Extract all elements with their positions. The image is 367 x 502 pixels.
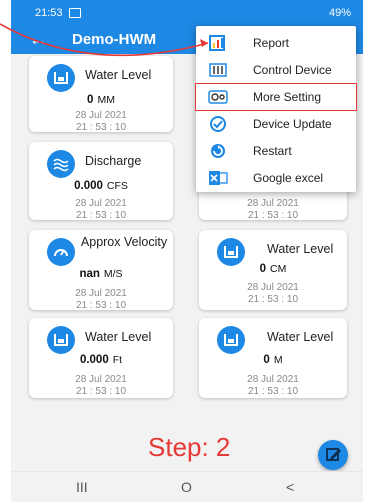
report-icon — [209, 35, 225, 51]
card-date: 28 Jul 2021 — [247, 282, 299, 293]
card-time: 21 : 53 : 10 — [75, 386, 127, 397]
card-water-level-ft[interactable]: Water Level 0.000 Ft 28 Jul 2021 21 : 53 … — [29, 318, 173, 398]
app-title: Demo-HWM — [72, 31, 157, 48]
menu-item-label: Google excel — [253, 171, 324, 185]
card-date: 28 Jul 2021 — [75, 198, 127, 209]
restart-icon — [211, 144, 225, 158]
card-value: nan M/S — [79, 268, 123, 280]
menu-item-google-excel[interactable]: Google excel — [196, 165, 356, 191]
device-update-icon — [210, 116, 226, 132]
card-date: 28 Jul 2021 — [247, 374, 299, 385]
menu-item-label: Restart — [253, 144, 292, 158]
card-label: Water Level — [85, 68, 152, 82]
card-date: 28 Jul 2021 — [75, 374, 127, 385]
card-time: 21 : 53 : 10 — [75, 210, 127, 221]
card-value: 0 MM — [87, 94, 115, 106]
menu-item-more-setting[interactable]: More Setting — [195, 83, 357, 111]
home-icon[interactable]: O — [181, 479, 192, 495]
screenshot-border-left — [0, 0, 11, 502]
card-time: 21 : 53 : 10 — [247, 210, 299, 221]
discharge-waves-icon — [47, 150, 75, 178]
edit-pencil-icon — [326, 448, 341, 461]
card-approx-velocity[interactable]: Approx Velocity nan M/S 28 Jul 2021 21 : … — [29, 230, 173, 311]
card-value: 0.000 Ft — [79, 354, 123, 366]
control-device-icon — [209, 63, 227, 77]
card-label: Water Level — [85, 330, 152, 344]
edit-fab[interactable] — [318, 440, 348, 470]
water-level-icon — [47, 64, 75, 92]
step-annotation: Step: 2 — [148, 432, 231, 462]
excel-icon — [209, 171, 228, 185]
system-nav-bar: III O < — [11, 471, 363, 502]
more-setting-icon — [208, 90, 228, 104]
water-level-icon — [217, 238, 245, 266]
card-label: Water Level — [267, 330, 334, 344]
menu-item-label: More Setting — [253, 90, 322, 104]
menu-item-report[interactable]: Report — [196, 30, 356, 56]
water-level-icon — [47, 326, 75, 354]
card-date: 28 Jul 2021 — [75, 110, 127, 121]
card-date: 28 Jul 2021 — [247, 198, 299, 209]
card-discharge[interactable]: Discharge 0.000 CFS 28 Jul 2021 21 : 53 :… — [29, 142, 173, 221]
card-value: 0 CM — [259, 263, 287, 275]
menu-item-label: Report — [253, 36, 290, 50]
menu-item-device-update[interactable]: Device Update — [196, 111, 356, 137]
card-water-level-mm[interactable]: Water Level 0 MM 28 Jul 2021 21 : 53 : 10 — [29, 56, 173, 133]
overflow-menu: Report Control Device More Setting Devic… — [195, 26, 357, 192]
card-label: Water Level — [267, 242, 334, 256]
speedometer-icon — [47, 238, 75, 266]
menu-item-label: Control Device — [253, 63, 332, 77]
card-value: 0M — [263, 354, 283, 366]
card-water-level-m[interactable]: Water Level 0M 28 Jul 2021 21 : 53 : 10 — [199, 318, 347, 398]
card-time: 21 : 53 : 10 — [75, 300, 127, 311]
recent-apps-icon[interactable]: III — [76, 479, 88, 495]
back-nav-icon[interactable]: < — [286, 479, 294, 495]
battery-status: 49% — [328, 7, 351, 19]
menu-item-label: Device Update — [253, 117, 332, 131]
card-time: 21 : 53 : 10 — [75, 122, 127, 133]
card-time: 21 : 53 : 10 — [247, 386, 299, 397]
card-label: Approx Velocity — [80, 235, 168, 249]
water-level-icon — [217, 326, 245, 354]
gallery-notification-icon — [69, 8, 81, 18]
card-value: 0.000 CFS — [74, 180, 128, 192]
card-time: 21 : 53 : 10 — [247, 294, 299, 305]
status-bar: 21:53 49% — [11, 0, 363, 26]
back-arrow-icon[interactable]: ← — [29, 29, 47, 50]
card-water-level-cm[interactable]: Water Level 0 CM 28 Jul 2021 21 : 53 : 10 — [199, 230, 347, 310]
screenshot-border-right — [363, 0, 367, 502]
menu-item-control-device[interactable]: Control Device — [196, 57, 356, 83]
menu-item-restart[interactable]: Restart — [196, 138, 356, 164]
card-label: Discharge — [85, 154, 142, 168]
status-time: 21:53 — [35, 7, 63, 19]
card-date: 28 Jul 2021 — [75, 288, 127, 299]
